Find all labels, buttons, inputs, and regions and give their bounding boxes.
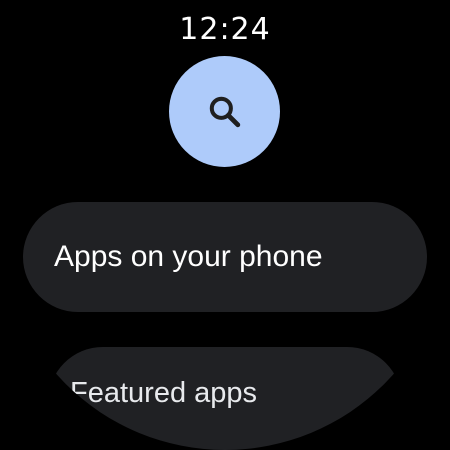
status-time: 12:24	[179, 12, 271, 47]
watch-screen: 12:24 Apps on your phone Featured apps	[0, 0, 450, 450]
chip-label: Featured apps	[70, 376, 258, 409]
search-button[interactable]	[169, 56, 280, 167]
apps-on-your-phone-chip[interactable]: Apps on your phone	[23, 202, 427, 312]
featured-apps-chip[interactable]: Featured apps	[48, 347, 402, 450]
search-icon	[209, 96, 240, 127]
chip-label: Apps on your phone	[54, 240, 323, 273]
